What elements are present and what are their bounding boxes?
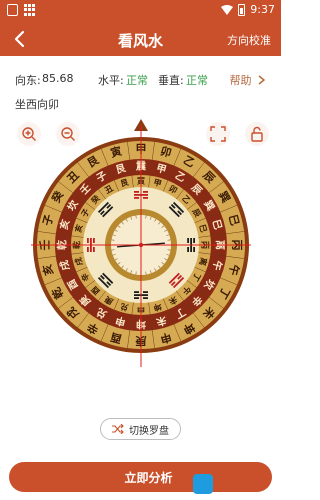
switch-compass-button[interactable]: 切换罗盘 (100, 418, 181, 440)
battery-icon (238, 3, 246, 16)
luopan-compass[interactable]: 甲卯乙辰巽巳丙午丁未坤申庚酉辛戌乾亥壬子癸丑艮寅 震甲乙辰巽巳离午坎辛丁未坤申兑… (31, 117, 251, 367)
vertical-value: 正常 (186, 74, 208, 87)
shuffle-icon (112, 424, 124, 434)
level-value: 正常 (126, 74, 148, 87)
apps-grid-icon (24, 4, 36, 16)
chevron-right-icon (258, 75, 266, 85)
level-label: 水平: (98, 74, 124, 87)
app-bar: 看风水 方向校准 (0, 22, 281, 56)
status-bar: 9:37 (0, 0, 281, 22)
direction-label: 向东: (15, 74, 41, 87)
watermark-logo (193, 472, 277, 496)
wifi-icon (221, 4, 234, 15)
status-time: 9:37 (250, 3, 275, 16)
direction-value: 85.68 (42, 72, 74, 85)
calibrate-button[interactable]: 方向校准 (227, 32, 271, 48)
help-label: 帮助 (229, 74, 252, 87)
unlock-icon (251, 126, 263, 142)
analyze-label: 立即分析 (124, 470, 173, 485)
notification-icon (7, 4, 18, 16)
switch-compass-label: 切换罗盘 (129, 425, 169, 437)
help-link[interactable]: 帮助 (230, 72, 266, 88)
sitting-direction: 坐西向卯 (15, 98, 59, 111)
vertical-label: 垂直: (158, 74, 184, 87)
info-row: 向东: 85.68 水平: 正常 垂直: 正常 帮助 (15, 72, 271, 88)
